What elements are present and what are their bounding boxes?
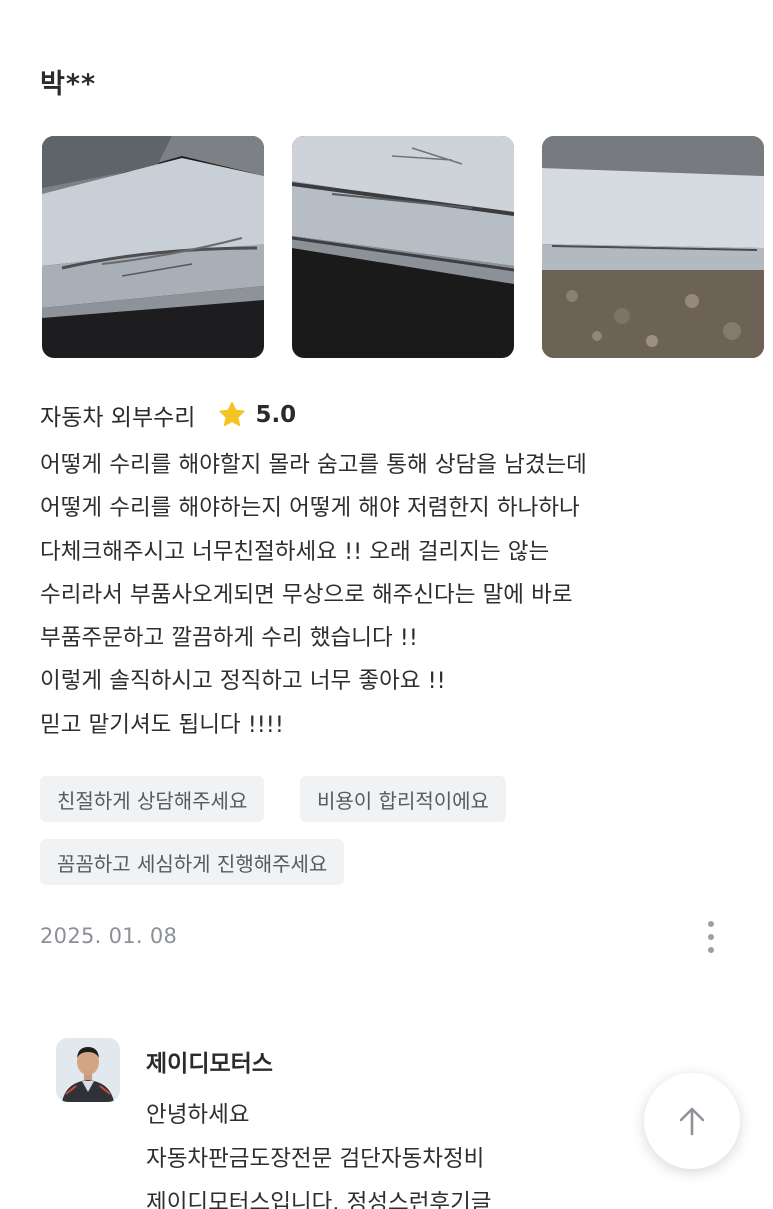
arrow-up-icon — [679, 1107, 705, 1136]
review-text-line: 믿고 맡기셔도 됩니다 !!!! — [40, 711, 284, 738]
business-avatar — [56, 1038, 120, 1102]
car-scratch-photo-3 — [542, 136, 764, 358]
review-tag: 꼼꼼하고 세심하게 진행해주세요 — [40, 839, 345, 885]
service-name: 자동차 외부수리 — [40, 405, 196, 431]
review-photo-1[interactable] — [42, 136, 264, 358]
review-text-line: 부품주문하고 깔끔하게 수리 했습니다 !! — [40, 625, 418, 652]
star-icon — [217, 400, 247, 430]
review-text-line: 어떻게 수리를 해야하는지 어떻게 해야 저렴한지 하나하나 — [40, 495, 580, 522]
reply-line: 제이디모터스입니다. 정성스런후기글 — [146, 1190, 492, 1209]
reply-line: 자동차판금도장전문 검단자동차정비 — [146, 1146, 485, 1172]
review-text-line: 어떻게 수리를 해야할지 몰라 숨고를 통해 상담을 남겼는데 — [40, 452, 587, 478]
service-rating-row: 자동차 외부수리 5.0 — [40, 397, 296, 433]
more-vertical-icon[interactable] — [696, 918, 726, 956]
business-reply: 안녕하세요 자동차판금도장전문 검단자동차정비 제이디모터스입니다. 정성스런후… — [146, 1093, 646, 1209]
review-tag: 비용이 합리적이에요 — [300, 776, 506, 822]
review-text-line: 이렇게 솔직하시고 정직하고 너무 좋아요 !! — [40, 668, 446, 695]
more-dot — [708, 921, 714, 927]
business-name: 제이디모터스 — [146, 1051, 273, 1077]
review-text-line: 수리라서 부품사오게되면 무상으로 해주신다는 말에 바로 — [40, 581, 573, 608]
car-scratch-photo-2 — [292, 136, 514, 358]
car-scratch-photo-1 — [42, 136, 264, 358]
mechanic-portrait — [56, 1038, 120, 1102]
scroll-to-top-button[interactable] — [644, 1073, 740, 1169]
review-photo-3[interactable] — [542, 136, 764, 358]
reply-line: 안녕하세요 — [146, 1102, 250, 1128]
review-text-line: 다체크해주시고 너무친절하세요 !! 오래 걸리지는 않는 — [40, 538, 550, 565]
more-dot — [708, 934, 714, 940]
reviewer-name: 박** — [40, 69, 97, 100]
review-tag: 친절하게 상담해주세요 — [40, 776, 265, 822]
rating-value: 5.0 — [255, 402, 297, 428]
review-date: 2025. 01. 08 — [40, 924, 178, 948]
review-photo-2[interactable] — [292, 136, 514, 358]
more-dot — [708, 947, 714, 953]
review-text: 어떻게 수리를 해야할지 몰라 숨고를 통해 상담을 남겼는데 어떻게 수리를 … — [40, 444, 740, 747]
review-photos — [42, 136, 773, 358]
